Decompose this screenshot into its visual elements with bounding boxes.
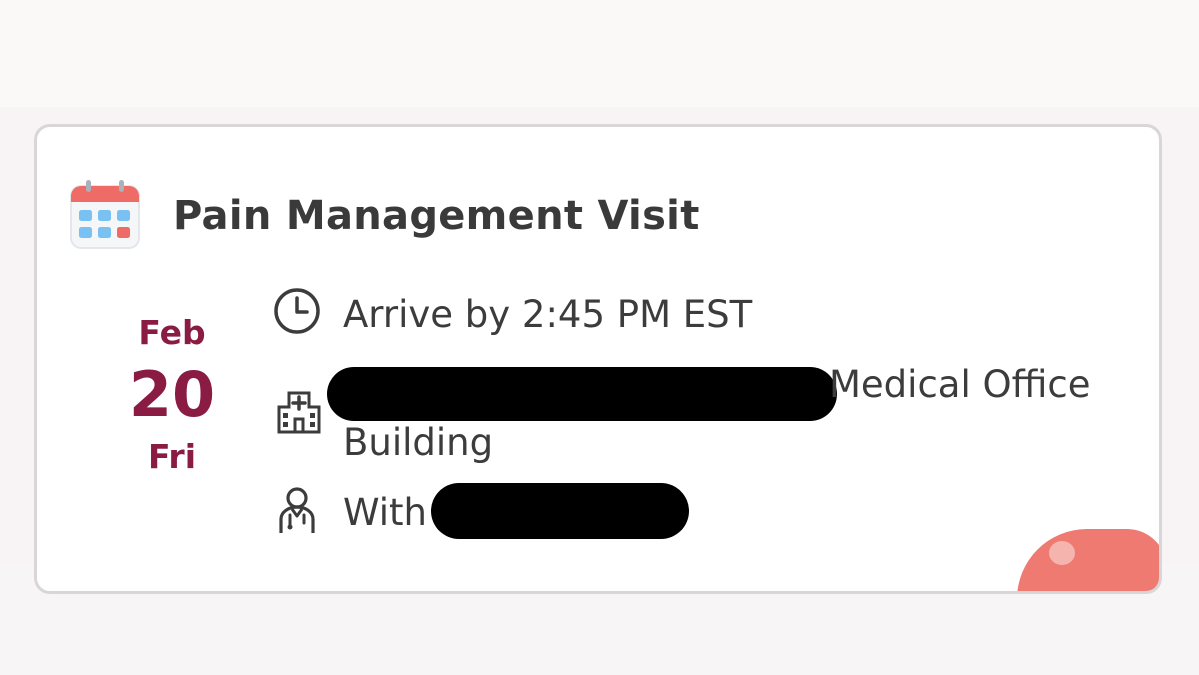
location-line2: Building (343, 421, 494, 464)
appointment-title: Pain Management Visit (173, 193, 700, 239)
calendar-icon (69, 180, 141, 250)
date-month: Feb (138, 313, 206, 352)
date-weekday: Fri (147, 437, 197, 476)
appointment-card[interactable]: Pain Management Visit Feb 20 Fri Arrive … (34, 124, 1162, 594)
appointment-date: Feb 20 Fri (105, 313, 239, 477)
doctor-icon (271, 485, 323, 537)
location-suffix: Medical Office (829, 363, 1091, 406)
top-band (0, 0, 1199, 107)
redacted-provider (431, 483, 689, 539)
redacted-location (327, 367, 837, 421)
arrival-time: Arrive by 2:45 PM EST (343, 293, 753, 336)
decorative-highlight (1049, 541, 1075, 565)
date-day: 20 (128, 358, 216, 431)
decorative-illustration (1017, 529, 1159, 591)
hospital-icon (273, 385, 325, 437)
clock-icon (271, 285, 323, 337)
provider-prefix: With (343, 491, 428, 534)
